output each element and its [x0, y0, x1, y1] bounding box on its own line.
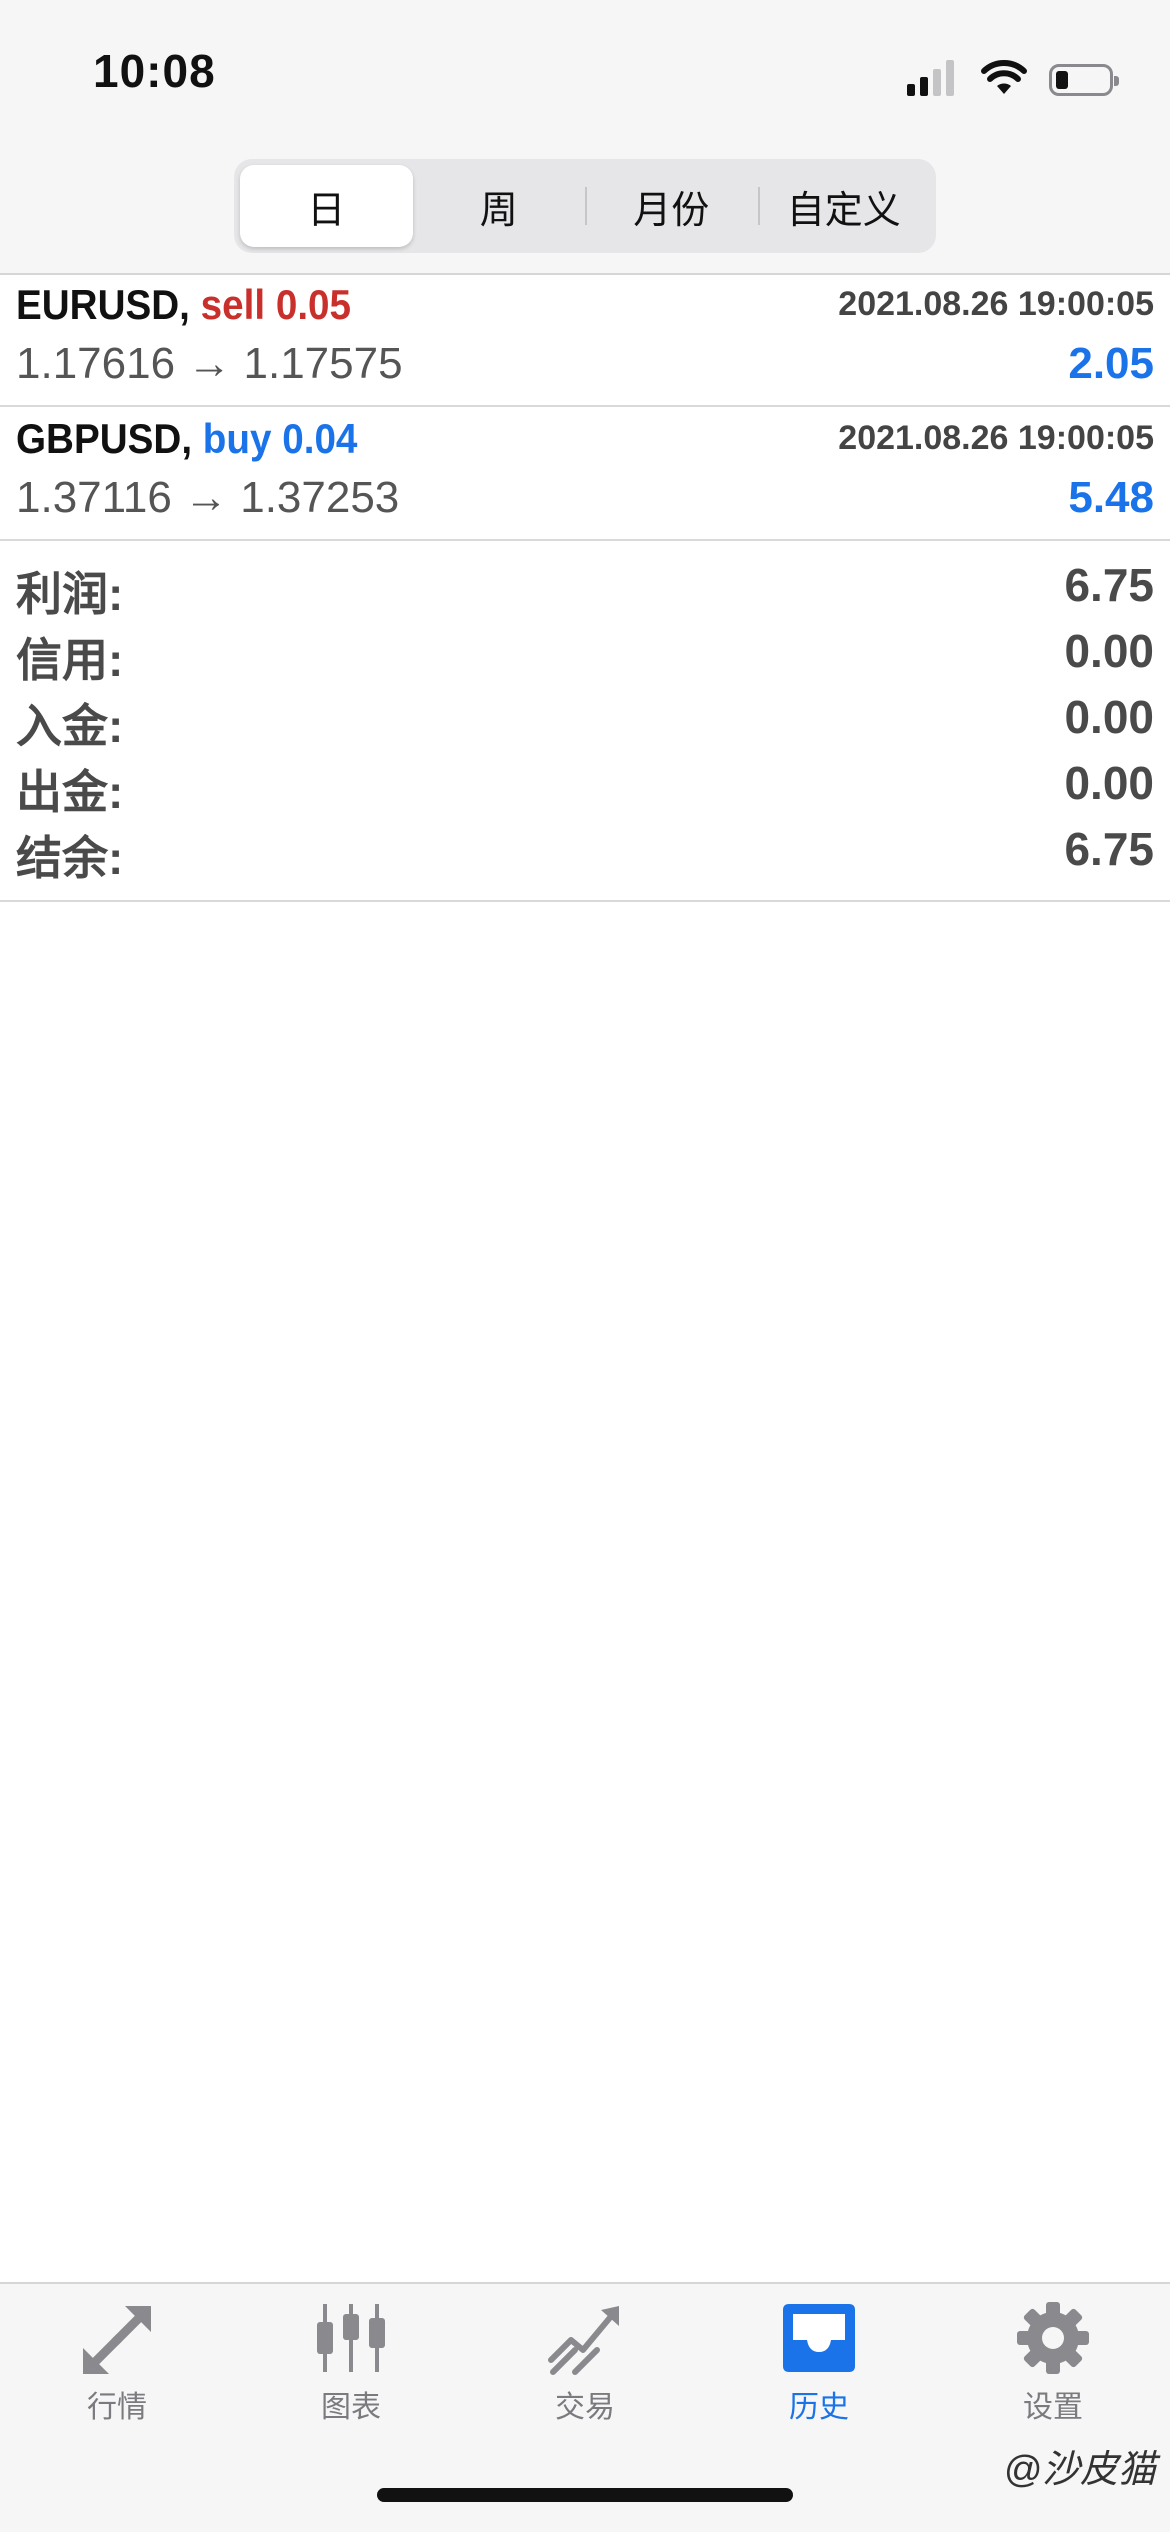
summary-value: 0.00 [1064, 757, 1154, 809]
summary-row-balance: 结余: 6.75 [0, 822, 1170, 888]
status-icons [907, 52, 1119, 96]
summary-value: 6.75 [1064, 823, 1154, 875]
trade-row[interactable]: GBPUSD, buy 0.04 2021.08.26 19:00:05 1.3… [0, 407, 1170, 541]
tab-trade[interactable]: 交易 [468, 2300, 702, 2430]
summary-label: 结余: [16, 832, 124, 884]
period-tab-day[interactable]: 日 [240, 165, 413, 247]
watermark: @沙皮猫 [1003, 2449, 1156, 2491]
period-segmented-control: 日 周 月份 自定义 [234, 159, 936, 253]
status-time: 10:08 [93, 45, 216, 97]
tab-label: 图表 [321, 2391, 381, 2424]
tab-label: 历史 [789, 2391, 849, 2424]
summary-value: 0.00 [1064, 691, 1154, 743]
trade-profit: 2.05 [1068, 339, 1154, 388]
trade-prices: 1.37116 → 1.37253 [16, 473, 400, 522]
trade-row[interactable]: EURUSD, sell 0.05 2021.08.26 19:00:05 1.… [0, 273, 1170, 407]
header-area: 10:08 日 周 月份 自定义 [0, 0, 1170, 275]
trade-chart-icon [548, 2306, 619, 2375]
trade-title: EURUSD, sell 0.05 [16, 281, 351, 329]
trade-symbol: EURUSD, [16, 281, 190, 328]
summary-value: 6.75 [1064, 559, 1154, 611]
tab-history[interactable]: 历史 [702, 2300, 936, 2430]
trade-title: GBPUSD, buy 0.04 [16, 415, 357, 463]
summary-label: 利润: [16, 568, 124, 620]
period-tab-week[interactable]: 周 [413, 165, 586, 247]
summary-section: 利润: 6.75 信用: 0.00 入金: 0.00 出金: 0.00 结余: … [0, 542, 1170, 902]
wifi-icon [981, 60, 1027, 94]
summary-label: 信用: [16, 634, 124, 686]
tab-quotes[interactable]: 行情 [0, 2300, 234, 2430]
summary-row-profit: 利润: 6.75 [0, 558, 1170, 624]
tab-label: 设置 [1023, 2391, 1083, 2424]
trade-side-volume: buy 0.04 [202, 415, 358, 462]
trade-prices: 1.17616 → 1.17575 [16, 339, 403, 388]
history-inbox-icon [783, 2304, 855, 2372]
tab-settings[interactable]: 设置 [936, 2300, 1170, 2430]
home-indicator[interactable] [377, 2488, 793, 2502]
summary-row-withdrawal: 出金: 0.00 [0, 756, 1170, 822]
quotes-arrows-icon [83, 2306, 151, 2374]
period-tab-month[interactable]: 月份 [585, 165, 758, 247]
trade-symbol: GBPUSD, [16, 415, 193, 462]
battery-icon [1049, 64, 1119, 96]
period-tab-custom[interactable]: 自定义 [757, 165, 931, 247]
tab-label: 行情 [87, 2391, 147, 2424]
trade-time: 2021.08.26 19:00:05 [838, 285, 1154, 323]
summary-label: 入金: [16, 700, 124, 752]
summary-value: 0.00 [1064, 625, 1154, 677]
tab-label: 交易 [555, 2391, 615, 2424]
summary-row-credit: 信用: 0.00 [0, 624, 1170, 690]
gear-icon [1017, 2302, 1089, 2374]
trade-side-volume: sell 0.05 [200, 281, 352, 328]
trade-profit: 5.48 [1068, 473, 1154, 522]
summary-label: 出金: [16, 766, 124, 818]
trade-time: 2021.08.26 19:00:05 [838, 419, 1154, 457]
cellular-signal-icon [907, 60, 959, 96]
summary-row-deposit: 入金: 0.00 [0, 690, 1170, 756]
tab-charts[interactable]: 图表 [234, 2300, 468, 2430]
candlestick-chart-icon [317, 2304, 385, 2372]
